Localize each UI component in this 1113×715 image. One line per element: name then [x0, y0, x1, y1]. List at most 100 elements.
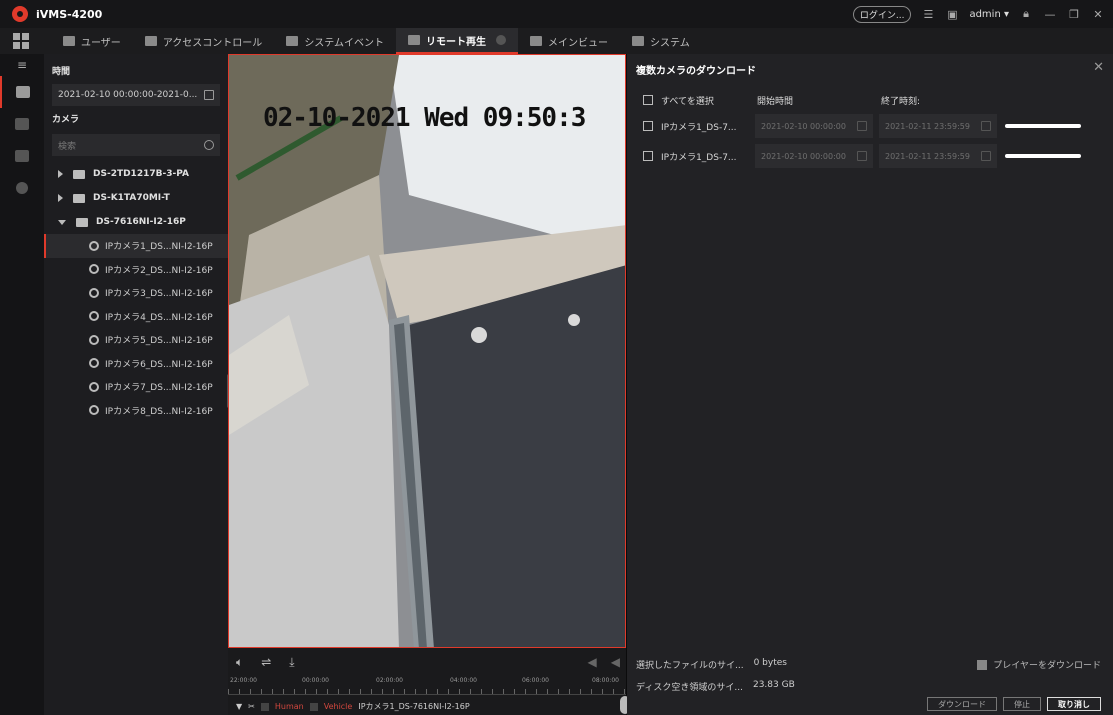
tree-device-3[interactable]: DS-7616NI-I2-16P: [44, 210, 228, 234]
vehicle-filter-label: Vehicle: [323, 702, 353, 711]
time-range-value: 2021-02-10 00:00:00-2021-0...: [58, 90, 198, 100]
select-all-checkbox[interactable]: [643, 95, 653, 105]
end-time-field[interactable]: 2021-02-11 23:59:59: [879, 114, 997, 138]
restore-icon[interactable]: ❐: [1067, 7, 1081, 21]
timeline-bar[interactable]: 22:00:00 00:00:00 02:00:00 04:00:00 06:0…: [228, 676, 626, 698]
disk-space-label: ディスク空き領域のサイ...: [636, 683, 743, 693]
lock-icon[interactable]: 🔒︎: [1019, 7, 1033, 21]
device-icon: [15, 150, 29, 162]
camera-icon: [89, 405, 99, 416]
video-playback-window[interactable]: 02-10-2021 Wed 09:50:3: [228, 54, 626, 648]
cut-icon[interactable]: ✂: [248, 702, 255, 711]
download-row: IPカメラ1_DS-7... 2021-02-10 00:00:00 2021-…: [643, 144, 1103, 168]
timeline-label: 22:00:00: [230, 677, 257, 684]
calendar-icon[interactable]: [857, 121, 867, 131]
vehicle-checkbox[interactable]: [309, 702, 318, 711]
timeline-label: 02:00:00: [376, 677, 403, 684]
camera-item[interactable]: IPカメラ1_DS...NI-I2-16P: [44, 234, 228, 258]
row-checkbox[interactable]: [643, 151, 653, 161]
playback-camera-name: IPカメラ1_DS-7616NI-I2-16P: [358, 702, 470, 711]
start-time-header: 開始時間: [757, 97, 794, 107]
minimize-icon[interactable]: —: [1043, 7, 1057, 21]
tab-users[interactable]: ユーザー: [51, 28, 133, 54]
player-download-option[interactable]: プレイヤーをダウンロード: [977, 658, 1101, 671]
download-button[interactable]: ダウンロード: [927, 697, 997, 711]
camera-icon: [89, 311, 99, 322]
device-folder-icon: [73, 193, 85, 203]
frame-back-icon[interactable]: ◀: [588, 655, 597, 669]
login-button[interactable]: ログイン...: [852, 5, 912, 23]
tree-device-1[interactable]: DS-2TD1217B-3-PA: [44, 162, 228, 186]
event-icon: [15, 118, 29, 130]
tree-device-2[interactable]: DS-K1TA70MI-T: [44, 186, 228, 210]
collapse-arrow-icon[interactable]: [58, 219, 66, 225]
camera-item[interactable]: IPカメラ6_DS...NI-I2-16P: [44, 352, 228, 376]
camera-item[interactable]: IPカメラ5_DS...NI-I2-16P: [44, 328, 228, 352]
adjust-icon[interactable]: ⇌: [261, 655, 271, 669]
tab-access-control[interactable]: アクセスコントロール: [133, 28, 275, 54]
camera-item[interactable]: IPカメラ8_DS...NI-I2-16P: [44, 399, 228, 423]
start-time-field[interactable]: 2021-02-10 00:00:00: [755, 144, 873, 168]
tab-close-icon[interactable]: [496, 35, 507, 45]
left-icon-rail: ≡: [0, 54, 44, 715]
search-icon[interactable]: [204, 140, 214, 150]
rail-device[interactable]: [0, 140, 44, 172]
selected-size-label: 選択したファイルのサイ...: [636, 661, 744, 671]
human-checkbox[interactable]: [260, 702, 269, 711]
title-bar-controls: ログイン... ☰ ▣ admin ▾ 🔒︎ — ❐ ✕: [852, 0, 1105, 28]
home-grid-icon[interactable]: [13, 33, 29, 49]
camera-label: カメラ: [52, 115, 80, 125]
calendar-icon[interactable]: [981, 151, 991, 161]
time-range-field[interactable]: 2021-02-10 00:00:00-2021-0...: [52, 84, 220, 106]
row-camera-name: IPカメラ1_DS-7...: [661, 152, 737, 163]
end-time-header: 終了時刻:: [881, 97, 921, 107]
camera-icon: [89, 287, 99, 298]
device-folder-icon: [73, 169, 85, 179]
row-camera-name: IPカメラ1_DS-7...: [661, 122, 737, 133]
end-time-field[interactable]: 2021-02-11 23:59:59: [879, 144, 997, 168]
camera-item[interactable]: IPカメラ4_DS...NI-I2-16P: [44, 305, 228, 329]
rail-event-playback[interactable]: [0, 108, 44, 140]
list-icon[interactable]: ☰: [921, 7, 935, 21]
search-input[interactable]: 検索: [52, 134, 220, 156]
player-download-checkbox[interactable]: [977, 659, 988, 670]
selected-size-row: 選択したファイルのサイ... 0 bytes: [636, 658, 787, 671]
row-checkbox[interactable]: [643, 121, 653, 131]
playback-controls: 🔈︎ ⇌ ⤓ ◀ ◀ 22:00:00 00:00:00 02:00:00 04…: [228, 648, 630, 715]
camera-item[interactable]: IPカメラ3_DS...NI-I2-16P: [44, 281, 228, 305]
expand-arrow-icon[interactable]: [58, 170, 63, 178]
camera-icon: [89, 334, 99, 345]
screenshot-icon[interactable]: ▣: [945, 7, 959, 21]
download-icon[interactable]: ⤓: [289, 655, 294, 670]
camera-icon: [89, 358, 99, 369]
download-progress-bar: [1005, 154, 1081, 158]
camera-icon: [89, 240, 99, 251]
calendar-icon[interactable]: [204, 90, 214, 100]
tab-main-view[interactable]: メインビュー: [518, 28, 620, 54]
tab-system[interactable]: システム: [620, 28, 702, 54]
volume-icon[interactable]: 🔈︎: [236, 655, 243, 670]
human-filter-label: Human: [274, 702, 304, 711]
rail-playback[interactable]: [0, 76, 44, 108]
stop-button[interactable]: 停止: [1003, 697, 1041, 711]
tab-remote-playback[interactable]: リモート再生: [396, 28, 519, 54]
cancel-button[interactable]: 取り消し: [1047, 697, 1101, 711]
camera-item[interactable]: IPカメラ2_DS...NI-I2-16P: [44, 258, 228, 282]
rail-settings[interactable]: [0, 172, 44, 204]
camera-item[interactable]: IPカメラ7_DS...NI-I2-16P: [44, 375, 228, 399]
user-name: admin: [969, 8, 1001, 20]
close-icon[interactable]: ✕: [1091, 7, 1105, 21]
video-timestamp-overlay: 02-10-2021 Wed 09:50:3: [263, 103, 586, 133]
slow-back-icon[interactable]: ◀: [611, 655, 620, 669]
expand-arrow-icon[interactable]: [58, 194, 63, 202]
access-control-icon: [144, 36, 157, 46]
close-icon[interactable]: ✕: [1093, 60, 1104, 75]
start-time-field[interactable]: 2021-02-10 00:00:00: [755, 114, 873, 138]
menu-toggle-icon[interactable]: ≡: [0, 54, 44, 76]
tab-system-events[interactable]: システムイベント: [274, 28, 396, 54]
filter-icon[interactable]: ▼: [236, 702, 242, 711]
calendar-icon[interactable]: [981, 121, 991, 131]
user-menu[interactable]: admin ▾: [969, 9, 1009, 20]
calendar-icon[interactable]: [857, 151, 867, 161]
dialog-buttons: ダウンロード 停止 取り消し: [927, 697, 1101, 711]
